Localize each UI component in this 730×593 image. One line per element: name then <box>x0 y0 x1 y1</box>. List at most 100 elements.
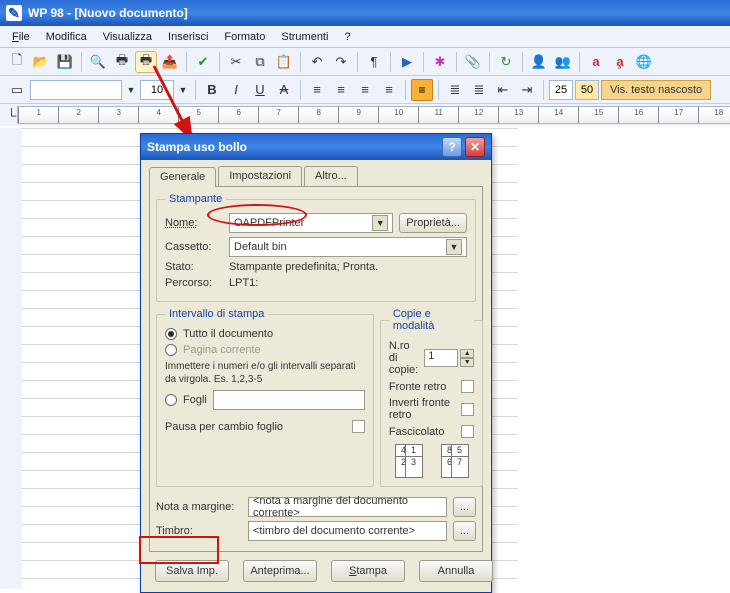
chevron-down-icon[interactable]: ▼ <box>372 215 388 231</box>
num-box-2[interactable] <box>575 80 599 100</box>
attach-icon[interactable]: 📎 <box>462 51 484 73</box>
underline-icon[interactable]: U <box>249 79 271 101</box>
cut-icon[interactable]: ✂ <box>225 51 247 73</box>
check-inverti[interactable] <box>461 403 474 416</box>
play-icon[interactable]: ▶ <box>396 51 418 73</box>
globe-icon[interactable]: 🌐 <box>633 51 655 73</box>
group-copie: Copie e modalità N.ro di copie: 1 ▲▼ Fro… <box>380 308 483 487</box>
num-box-1[interactable] <box>549 80 573 100</box>
menu-help[interactable]: ? <box>336 29 358 45</box>
char-a2-icon[interactable]: a̧ <box>609 51 631 73</box>
tab-impostazioni[interactable]: Impostazioni <box>218 166 302 186</box>
combo-nota[interactable]: <nota a margine del documento corrente> <box>248 497 447 517</box>
dialog-help-button[interactable]: ? <box>442 137 462 157</box>
stampa-button[interactable]: SStampatampa <box>331 560 405 582</box>
indent-icon[interactable]: ⇥ <box>516 79 538 101</box>
ruler-toggle-icon[interactable]: └ <box>6 104 17 126</box>
paste-icon[interactable]: 📋 <box>273 51 295 73</box>
radio-tutto[interactable] <box>165 328 177 340</box>
export-icon[interactable]: 📤 <box>159 51 181 73</box>
label-percorso: Percorso: <box>165 277 223 289</box>
label-inverti: Inverti fronte retro <box>389 397 455 421</box>
dialog-button-bar: Salva Imp. Anteprima... SStampatampa Ann… <box>149 552 483 582</box>
bold-icon[interactable]: B <box>201 79 223 101</box>
vis-testo-button[interactable]: Vis. testo nascosto <box>601 80 711 100</box>
radio-fogli[interactable] <box>165 394 177 406</box>
menu-inserisci[interactable]: Inserisci <box>160 29 216 45</box>
list-num-icon[interactable]: ≣ <box>468 79 490 101</box>
menu-modifica[interactable]: Modifica <box>38 29 95 45</box>
tab-generale[interactable]: Generale <box>149 167 216 187</box>
font-family-dd-icon[interactable]: ▼ <box>124 79 138 101</box>
align-left-icon[interactable]: ≡ <box>306 79 328 101</box>
app-title: WP 98 - [Nuovo documento] <box>28 6 188 20</box>
menu-visualizza[interactable]: Visualizza <box>95 29 160 45</box>
input-fogli[interactable] <box>213 390 365 410</box>
menubar: FFileile Modifica Visualizza Inserisci F… <box>0 26 730 48</box>
font-family-input[interactable] <box>30 80 122 100</box>
italic-icon[interactable]: I <box>225 79 247 101</box>
highlight-btn[interactable]: ≡ <box>411 79 433 101</box>
char-a-icon[interactable]: a <box>585 51 607 73</box>
menu-strumenti[interactable]: Strumenti <box>273 29 336 45</box>
combo-timbro[interactable]: <timbro del documento corrente> <box>248 521 447 541</box>
ruler[interactable]: 12 34 56 78 910 1112 1314 1516 1718 <box>17 106 730 124</box>
dialog-close-button[interactable]: ✕ <box>465 137 485 157</box>
group-stampante: Stampante Nome: OAPDFPrinter ▼ Proprietà… <box>156 193 476 302</box>
new-doc-icon[interactable]: 🗋 <box>6 51 28 73</box>
label-fascicolato: Fascicolato <box>389 426 455 438</box>
asterisk-icon[interactable]: ✱ <box>429 51 451 73</box>
check-fronte-retro[interactable] <box>461 380 474 393</box>
frame-icon[interactable]: ▭ <box>6 79 28 101</box>
salva-imp-button[interactable]: Salva Imp. <box>155 560 229 582</box>
undo-icon[interactable]: ↶ <box>306 51 328 73</box>
paragraph-icon[interactable]: ¶ <box>363 51 385 73</box>
combo-nome[interactable]: OAPDFPrinter ▼ <box>229 213 393 233</box>
nota-more-button[interactable]: ... <box>453 497 476 517</box>
menu-file[interactable]: FFileile <box>4 29 38 45</box>
print-setup-icon[interactable]: 🖶 <box>135 51 157 73</box>
combo-cassetto[interactable]: Default bin ▼ <box>229 237 467 257</box>
user-icon[interactable]: 👤 <box>528 51 550 73</box>
label-nome: Nome: <box>165 217 223 229</box>
redo-icon[interactable]: ↷ <box>330 51 352 73</box>
label-fronte-retro: Fronte retro <box>389 381 455 393</box>
dialog-titlebar[interactable]: Stampa uso bollo ? ✕ <box>141 134 491 160</box>
chevron-down-icon[interactable]: ▼ <box>446 239 462 255</box>
collate-preview: 4 1 2 3 8 5 6 7 <box>389 444 474 478</box>
font-size-input[interactable] <box>140 80 174 100</box>
copy-icon[interactable]: ⧉ <box>249 51 271 73</box>
value-stato: Stampante predefinita; Pronta. <box>229 261 378 273</box>
spin-nro-copie[interactable]: 1 ▲▼ <box>424 349 474 367</box>
font-size-dd-icon[interactable]: ▼ <box>176 79 190 101</box>
save-icon[interactable]: 💾 <box>54 51 76 73</box>
print-preview-icon[interactable]: 🔍 <box>87 51 109 73</box>
menu-formato[interactable]: Formato <box>216 29 273 45</box>
anteprima-button[interactable]: Anteprima... <box>243 560 317 582</box>
align-justify-icon[interactable]: ≡ <box>378 79 400 101</box>
app-icon: ✎ <box>6 5 22 21</box>
proprieta-button[interactable]: Proprietà... <box>399 213 467 233</box>
strike-icon[interactable]: A <box>273 79 295 101</box>
align-center-icon[interactable]: ≡ <box>330 79 352 101</box>
align-right-icon[interactable]: ≡ <box>354 79 376 101</box>
label-timbro: Timbro: <box>156 525 242 537</box>
check-fascicolato[interactable] <box>461 425 474 438</box>
print-icon[interactable]: 🖶 <box>111 51 133 73</box>
value-percorso: LPT1: <box>229 277 258 289</box>
check-pausa[interactable] <box>352 420 365 433</box>
legend-intervallo: Intervallo di stampa <box>165 308 268 320</box>
radio-pagina <box>165 344 177 356</box>
spin-down-icon[interactable]: ▼ <box>460 358 474 367</box>
outdent-icon[interactable]: ⇤ <box>492 79 514 101</box>
spellcheck-icon[interactable]: ✔ <box>192 51 214 73</box>
label-stato: Stato: <box>165 261 223 273</box>
spin-up-icon[interactable]: ▲ <box>460 349 474 358</box>
tab-altro[interactable]: Altro... <box>304 166 358 186</box>
open-icon[interactable]: 📂 <box>30 51 52 73</box>
list-bullet-icon[interactable]: ≣ <box>444 79 466 101</box>
refresh-icon[interactable]: ↻ <box>495 51 517 73</box>
users-icon[interactable]: 👥 <box>552 51 574 73</box>
annulla-button[interactable]: Annulla <box>419 560 493 582</box>
timbro-more-button[interactable]: ... <box>453 521 476 541</box>
